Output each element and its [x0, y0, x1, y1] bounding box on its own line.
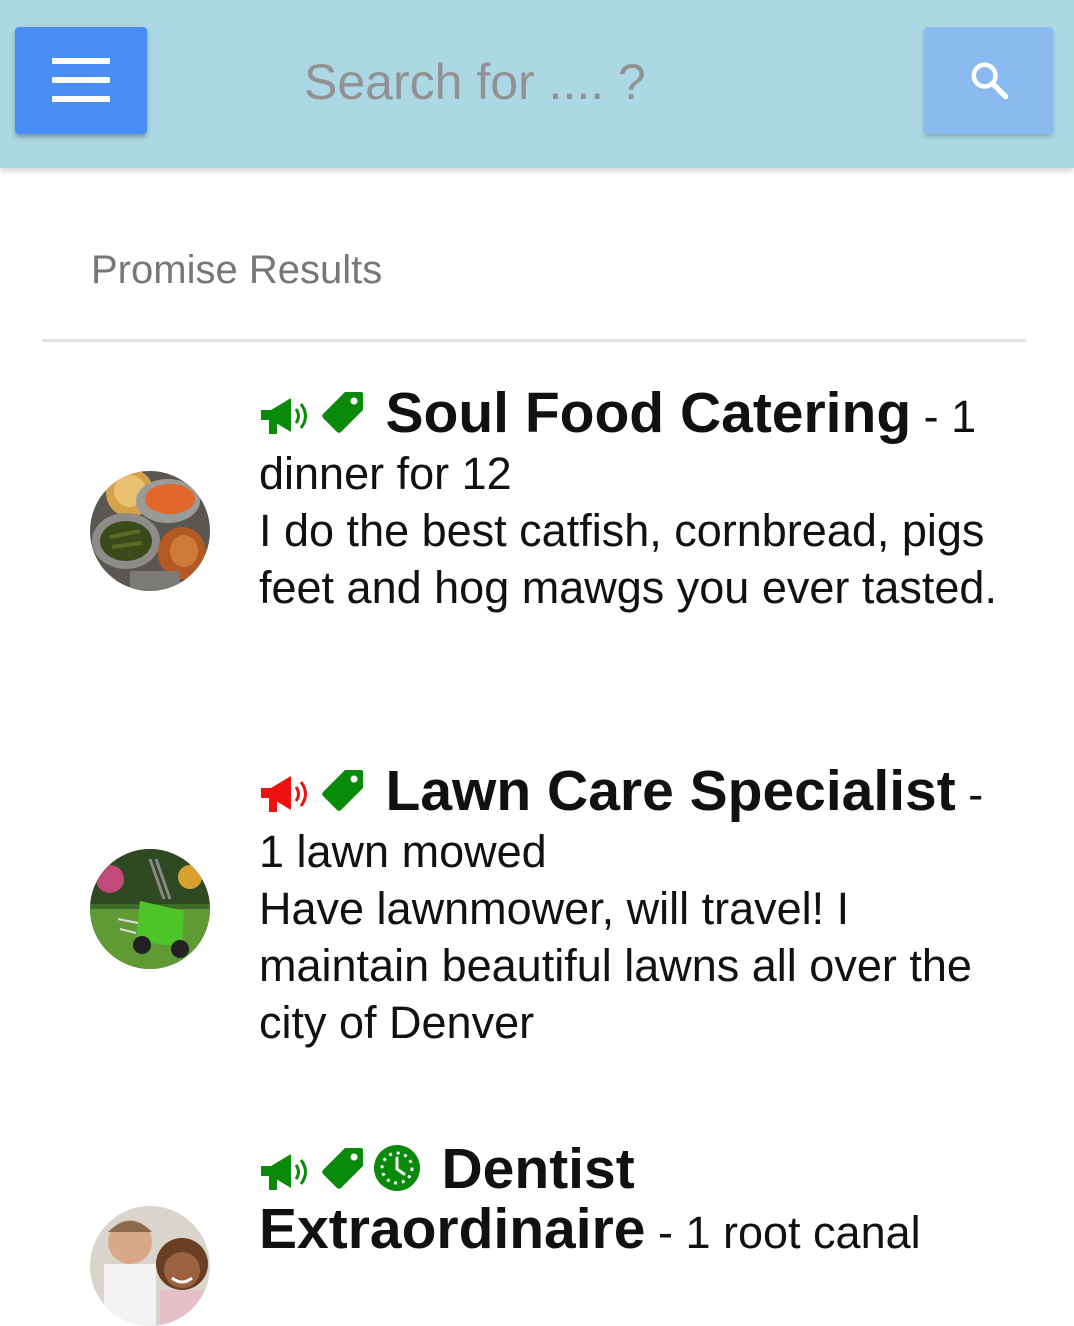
- result-description: Have lawnmower, will travel! I maintain …: [259, 883, 972, 1048]
- result-text: Dentist Extraordinaire - 1 root canal: [259, 1141, 999, 1261]
- tag-icon: [322, 392, 363, 433]
- result-icons: [259, 769, 386, 820]
- soul-food-plate-image: [90, 471, 210, 591]
- result-avatar: [90, 849, 210, 969]
- section-title: Promise Results: [91, 248, 383, 292]
- result-avatar: [90, 471, 210, 591]
- dentist-with-child-image: [90, 1206, 210, 1326]
- megaphone-icon: [261, 1154, 307, 1190]
- divider: [42, 339, 1026, 342]
- result-title[interactable]: Soul Food Catering: [386, 381, 912, 445]
- result-subtitle: 1 lawn mowed: [259, 826, 547, 877]
- result-subtitle: 1 root canal: [685, 1207, 921, 1258]
- megaphone-icon: [261, 398, 307, 434]
- search-button[interactable]: [924, 27, 1053, 134]
- hamburger-menu-icon-bar-2: [52, 77, 110, 83]
- menu-button[interactable]: [15, 27, 147, 134]
- magnifier-icon: [971, 62, 1009, 100]
- result-separator: -: [645, 1207, 686, 1258]
- tag-icon: [322, 1148, 363, 1189]
- result-avatar: [90, 1206, 210, 1326]
- search-input[interactable]: [190, 30, 890, 134]
- clock-icon: [374, 1145, 420, 1191]
- hamburger-menu-icon: [52, 58, 110, 64]
- result-icons: [259, 391, 386, 442]
- result-text: Soul Food Catering - 1 dinner for 12 I d…: [259, 385, 999, 616]
- tag-icon: [322, 770, 363, 811]
- result-title[interactable]: Lawn Care Specialist: [386, 759, 956, 823]
- result-separator: -: [955, 769, 984, 820]
- result-description: I do the best catfish, cornbread, pigs f…: [259, 505, 997, 613]
- result-text: Lawn Care Specialist - 1 lawn mowed Have…: [259, 763, 999, 1051]
- hamburger-menu-icon-bar-3: [52, 96, 110, 102]
- megaphone-icon: [261, 776, 307, 812]
- result-icons: [259, 1145, 442, 1198]
- top-app-bar: [0, 0, 1074, 168]
- result-separator: -: [911, 391, 952, 442]
- lawnmower-image: [90, 849, 210, 969]
